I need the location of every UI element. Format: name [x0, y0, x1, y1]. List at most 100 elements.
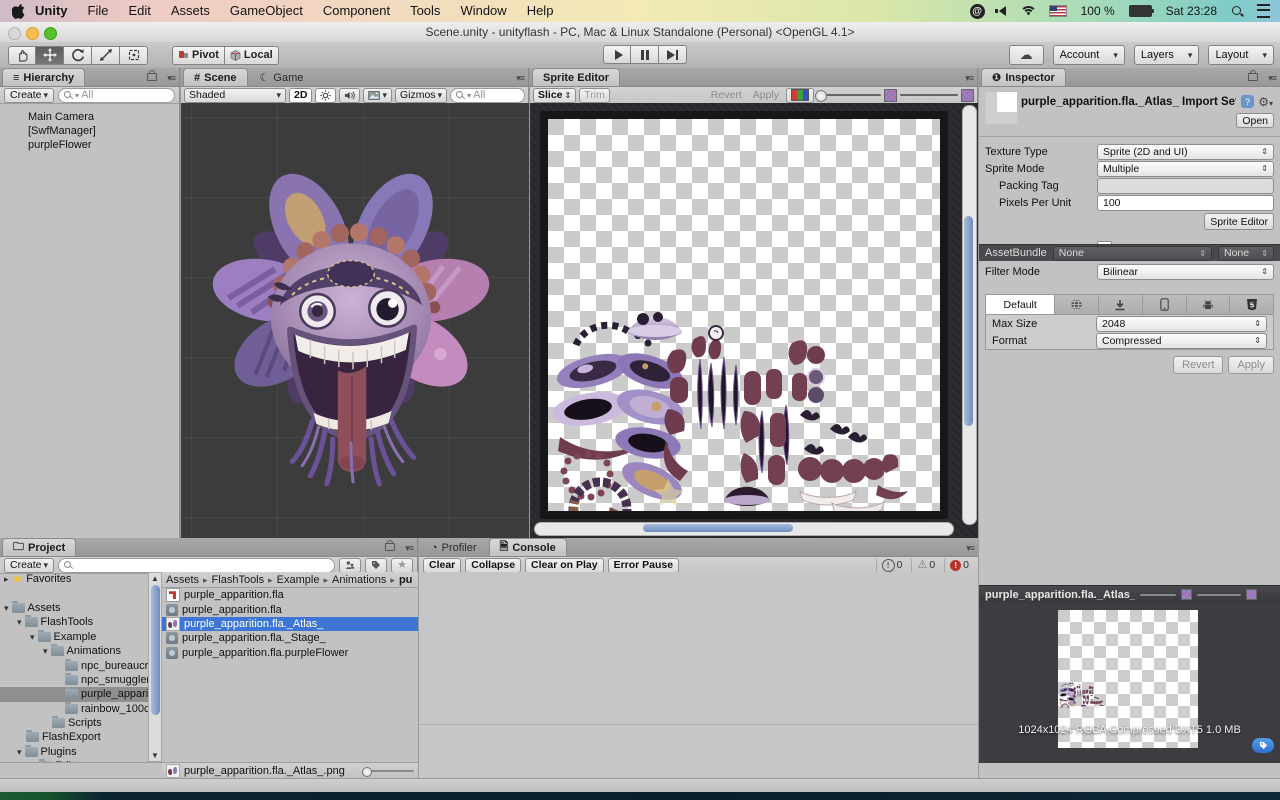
filter-mode-dropdown[interactable]: Bilinear ⇕ [1097, 263, 1274, 280]
panel-menu-icon[interactable]: ▾≡ [405, 543, 414, 554]
wifi-icon[interactable] [1019, 5, 1035, 17]
scene-search-input[interactable]: ▾ All [450, 87, 525, 103]
disclosure-down-icon[interactable] [17, 616, 22, 628]
notification-center-icon[interactable] [1257, 4, 1270, 18]
sprite-editor-canvas[interactable] [530, 103, 978, 538]
tab-sprite-editor[interactable]: Sprite Editor [532, 68, 621, 86]
sprite-mode-dropdown[interactable]: Multiple ⇕ [1097, 160, 1274, 177]
inspector-revert-button[interactable]: Revert [1173, 356, 1224, 374]
console-button-collapse[interactable]: Collapse [465, 557, 522, 573]
tab-project[interactable]: 🗀 Project [2, 538, 77, 556]
tree-item-animations[interactable]: Animations [0, 644, 148, 658]
battery-icon[interactable] [1128, 5, 1154, 17]
menu-gameobject[interactable]: GameObject [220, 0, 313, 22]
file-row[interactable]: purple_apparition.fla [162, 602, 418, 616]
file-row[interactable]: purple_apparition.fla [162, 588, 418, 603]
platform-tab-webgl[interactable]: 5 [1230, 295, 1273, 314]
tree-item-plugins[interactable]: Plugins [0, 744, 148, 759]
assetbundle-dropdown[interactable]: None ⇕ [1052, 245, 1212, 261]
texture-type-dropdown[interactable]: Sprite (2D and UI) ⇕ [1097, 143, 1274, 160]
window-close-button[interactable] [8, 26, 21, 40]
scene-effects-dropdown[interactable] [363, 87, 392, 103]
rect-tool-button[interactable] [120, 45, 148, 65]
tab-inspector[interactable]: ❶ Inspector [981, 68, 1066, 86]
gear-icon[interactable]: ⚙▾ [1258, 95, 1273, 109]
lock-icon[interactable] [147, 70, 157, 81]
platform-tab-default[interactable]: Default [986, 295, 1056, 314]
tree-item-scripts[interactable]: Scripts [0, 716, 148, 730]
zoom-slider[interactable] [815, 90, 881, 102]
menu-component[interactable]: Component [313, 0, 400, 22]
tab-console[interactable]: 🗎 Console [488, 538, 567, 556]
sprite-apply-button[interactable]: Apply [749, 89, 783, 102]
hierarchy-item-purpleflower[interactable]: purpleFlower [0, 138, 179, 152]
play-button[interactable] [603, 45, 631, 64]
panel-menu-icon[interactable]: ▾≡ [965, 73, 974, 84]
horizontal-scrollbar[interactable] [534, 522, 954, 536]
scene-audio-button[interactable] [339, 87, 361, 103]
sprite-atlas-texture[interactable] [548, 119, 940, 511]
gizmos-dropdown[interactable]: Gizmos [394, 87, 448, 103]
platform-tab-standalone[interactable] [1099, 295, 1143, 314]
tree-item-purple_appari[interactable]: purple_appari [0, 687, 148, 702]
tree-item-flashexport[interactable]: FlashExport [0, 730, 148, 744]
tree-item-example[interactable]: Example [0, 629, 148, 644]
lock-icon[interactable] [1248, 70, 1258, 81]
console-button-clear-on-play[interactable]: Clear on Play [525, 557, 604, 573]
disclosure-down-icon[interactable] [43, 645, 48, 657]
volume-icon[interactable] [994, 6, 1006, 16]
window-minimize-button[interactable] [26, 26, 39, 40]
tree-item-flashtools[interactable]: FlashTools [0, 615, 148, 629]
trim-button[interactable]: Trim [579, 87, 610, 103]
hierarchy-create-button[interactable]: Create [4, 87, 55, 103]
tab-hierarchy[interactable]: ≡ Hierarchy [2, 68, 86, 86]
disclosure-down-icon[interactable] [4, 602, 9, 614]
hierarchy-search-input[interactable]: ▾ All [58, 87, 175, 103]
mip-slider[interactable] [900, 94, 958, 96]
file-row[interactable]: purple_apparition.fla.purpleFlower [162, 646, 418, 660]
format-dropdown[interactable]: Compressed ⇕ [1096, 332, 1267, 349]
menu-window[interactable]: Window [450, 0, 516, 22]
move-tool-button[interactable] [36, 45, 64, 65]
sprite-revert-button[interactable]: Revert [707, 89, 746, 102]
creative-cloud-icon[interactable]: @ [969, 3, 985, 19]
preview-mip-slider[interactable] [1197, 593, 1241, 596]
disclosure-down-icon[interactable] [30, 631, 35, 643]
scene-viewport[interactable] [181, 103, 529, 538]
inspector-apply-button[interactable]: Apply [1228, 356, 1274, 374]
hierarchy-item--swfmanager-[interactable]: [SwfManager] [0, 124, 179, 138]
menu-assets[interactable]: Assets [161, 0, 220, 22]
panel-menu-icon[interactable]: ▾≡ [1268, 73, 1277, 84]
account-dropdown[interactable]: Account [1052, 45, 1125, 65]
pivot-toggle-button[interactable]: Pivot [172, 45, 225, 65]
console-button-error-pause[interactable]: Error Pause [607, 557, 680, 573]
project-tree-scrollbar[interactable]: ▲ ▼ [148, 572, 162, 762]
preview-slider[interactable] [1140, 593, 1176, 596]
breadcrumb-item-assets[interactable]: Assets [166, 574, 212, 586]
assetbundle-variant-dropdown[interactable]: None ⇕ [1218, 245, 1274, 261]
tab-scene[interactable]: # Scene [183, 68, 248, 86]
thumbnail-size-slider[interactable] [362, 766, 414, 777]
menu-help[interactable]: Help [517, 0, 564, 22]
input-language-flag-icon[interactable] [1048, 5, 1067, 17]
panel-menu-icon[interactable]: ▾≡ [966, 543, 975, 554]
rotate-tool-button[interactable] [64, 45, 92, 65]
tab-game[interactable]: ☾ Game [250, 69, 314, 86]
scene-lighting-button[interactable] [315, 87, 337, 103]
hierarchy-item-main-camera[interactable]: Main Camera [0, 110, 179, 124]
spotlight-search-icon[interactable] [1231, 5, 1243, 17]
cloud-button[interactable]: ☁ [1008, 45, 1044, 65]
console-button-clear[interactable]: Clear [423, 557, 462, 573]
tree-item-npc_bureaucr[interactable]: npc_bureaucr [0, 658, 148, 672]
rgb-alpha-toggle-button[interactable] [786, 87, 814, 103]
tree-item-rainbow_100c[interactable]: rainbow_100c [0, 701, 148, 716]
search-by-label-button[interactable] [365, 557, 388, 573]
layout-dropdown[interactable]: Layout [1208, 45, 1274, 65]
max-size-dropdown[interactable]: 2048 ⇕ [1096, 315, 1267, 332]
menu-unity[interactable]: Unity [25, 0, 78, 22]
layers-dropdown[interactable]: Layers [1133, 45, 1200, 65]
file-row[interactable]: purple_apparition.fla._Atlas_ [162, 616, 418, 632]
shading-mode-dropdown[interactable]: Shaded [184, 87, 286, 103]
breadcrumb-item-animations[interactable]: Animations [332, 574, 399, 586]
sprite-editor-button[interactable]: Sprite Editor [1204, 213, 1274, 230]
